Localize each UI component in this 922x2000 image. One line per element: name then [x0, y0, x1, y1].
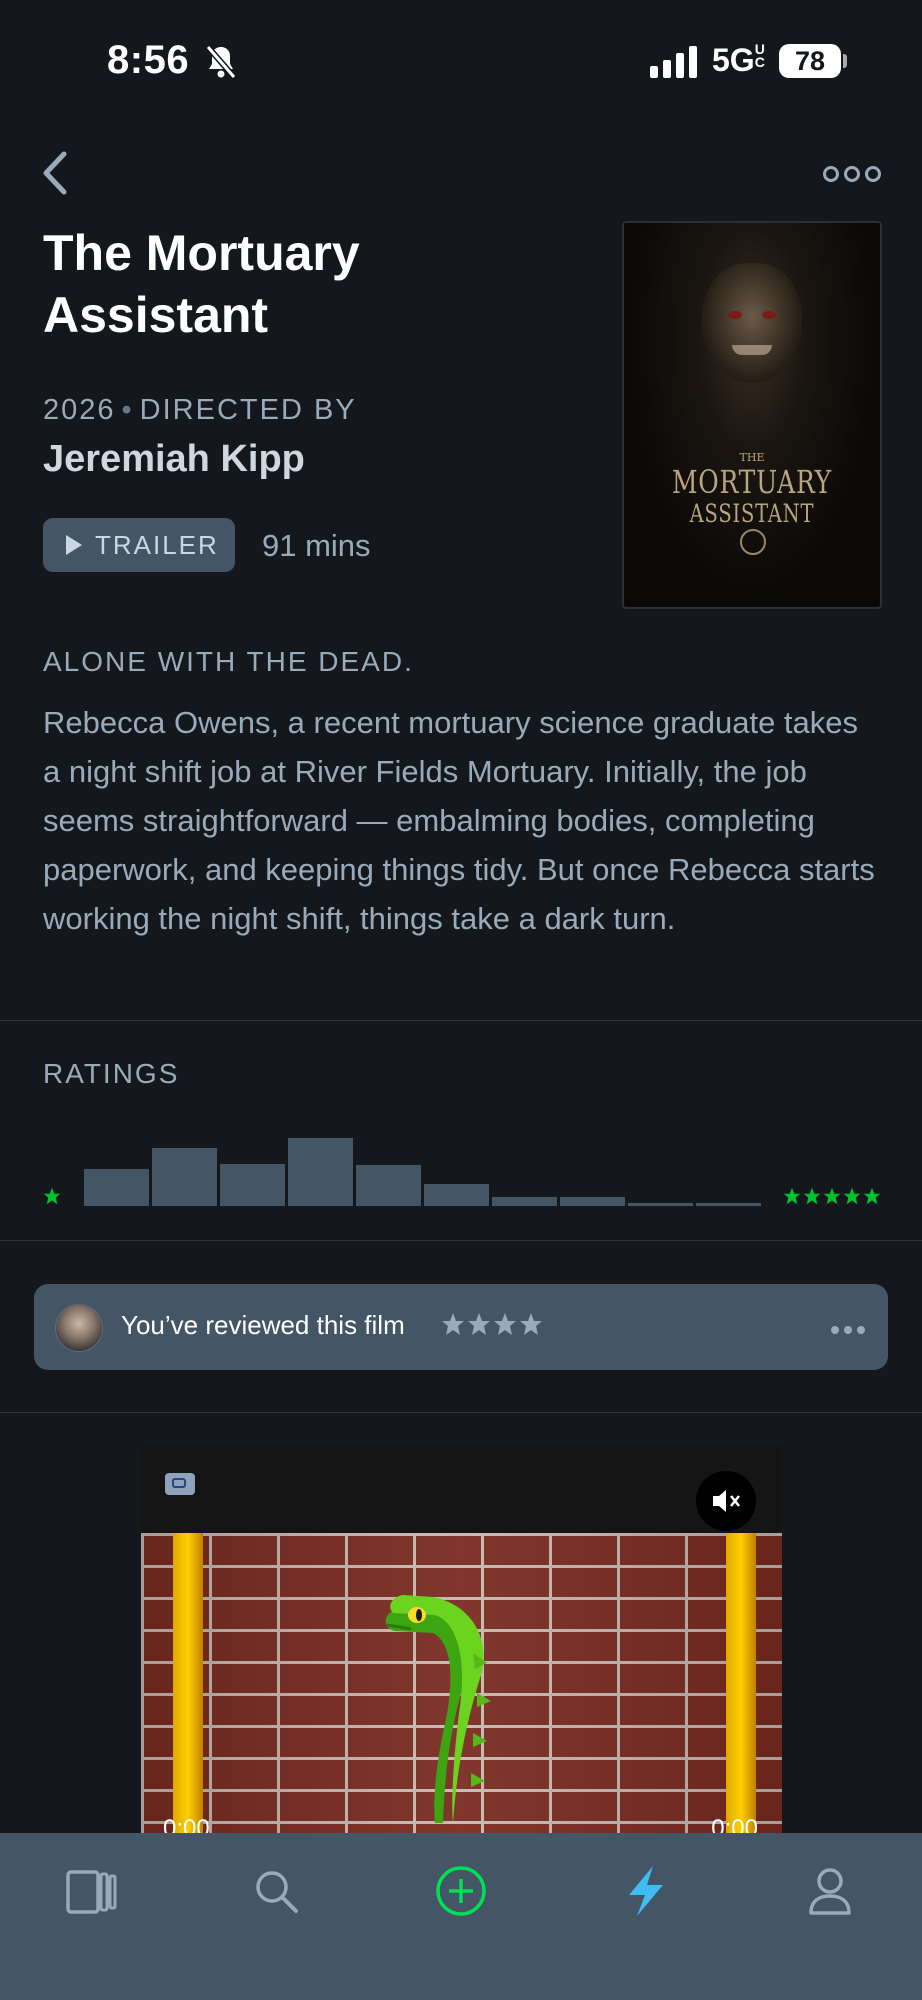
poster-mouth [732, 345, 772, 355]
network-indicator: 5GUC [712, 41, 765, 78]
battery-tip [843, 54, 847, 68]
divider [0, 1240, 922, 1241]
histogram-bar[interactable] [696, 1203, 761, 1206]
films-tab[interactable] [52, 1851, 132, 1931]
add-tab[interactable] [421, 1851, 501, 1931]
trailer-label: TRAILER [95, 529, 219, 560]
your-review-card[interactable]: You’ve reviewed this film [34, 1284, 888, 1370]
mute-button[interactable] [696, 1471, 756, 1531]
ad-remaining-time: 0:00 [711, 1815, 758, 1835]
ratings-histogram[interactable] [84, 1120, 762, 1206]
histogram-bar[interactable] [288, 1138, 353, 1206]
search-tab[interactable] [236, 1851, 316, 1931]
ellipsis-icon [823, 166, 881, 182]
star-icon [494, 1313, 516, 1335]
speaker-muted-icon [713, 1490, 740, 1512]
histogram-bar[interactable] [356, 1165, 421, 1206]
snake-character [373, 1563, 543, 1828]
directed-by-label: DIRECTED BY [139, 394, 357, 426]
ad-scene: 0:00 0:00 [141, 1533, 782, 1835]
poster-eye [762, 311, 776, 319]
star-icon [520, 1313, 542, 1335]
activity-icon [629, 1866, 663, 1916]
histogram-bar[interactable] [492, 1197, 557, 1206]
back-button[interactable] [36, 148, 76, 198]
histogram-bar[interactable] [152, 1148, 217, 1206]
runtime: 91 mins [262, 528, 371, 563]
separator-dot: • [121, 394, 134, 426]
chevron-left-icon [43, 151, 67, 195]
ad-info-icon[interactable] [165, 1473, 195, 1495]
bell-muted-icon [204, 44, 238, 85]
more-options-button[interactable] [822, 160, 882, 188]
trailer-button[interactable]: TRAILER [43, 518, 235, 572]
profile-tab[interactable] [790, 1851, 870, 1931]
status-bar: 8:56 5GUC 78 [0, 0, 922, 120]
star-icon [442, 1313, 464, 1335]
histogram-bar[interactable] [424, 1184, 489, 1206]
five-stars-icon [783, 1187, 881, 1205]
film-title: The Mortuary Assistant [43, 225, 360, 343]
one-star-icon [43, 1187, 61, 1210]
films-icon [66, 1870, 117, 1914]
divider [0, 1412, 922, 1413]
yellow-pillar [173, 1533, 203, 1835]
director-link[interactable]: Jeremiah Kipp [43, 438, 305, 481]
profile-icon [809, 1868, 851, 1915]
tab-bar [0, 1833, 922, 2000]
poster-title-line2: ASSISTANT [689, 499, 815, 528]
avatar [55, 1304, 103, 1352]
activity-tab[interactable] [606, 1851, 686, 1931]
poster-eye [728, 311, 742, 319]
yellow-pillar [726, 1533, 756, 1835]
film-poster[interactable]: THE MORTUARY ASSISTANT [622, 221, 882, 609]
video-ad[interactable]: 0:00 0:00 [141, 1445, 782, 1835]
add-icon [436, 1866, 486, 1916]
poster-emblem [740, 529, 766, 555]
histogram-bar[interactable] [84, 1169, 149, 1206]
ellipsis-icon[interactable] [830, 1322, 866, 1340]
histogram-bar[interactable] [560, 1197, 625, 1206]
ad-top-bar [141, 1445, 782, 1533]
review-rating-stars [441, 1312, 543, 1336]
poster-title-line1: MORTUARY [671, 463, 833, 501]
ad-elapsed-time: 0:00 [163, 1815, 210, 1835]
search-icon [256, 1871, 298, 1913]
status-time: 8:56 [107, 38, 190, 82]
divider [0, 1020, 922, 1021]
signal-icon [650, 46, 698, 83]
play-icon [66, 535, 82, 555]
histogram-bar[interactable] [220, 1164, 285, 1206]
poster-face [702, 263, 802, 383]
tagline: ALONE WITH THE DEAD. [43, 646, 414, 677]
film-year[interactable]: 2026 [43, 394, 116, 426]
film-meta: 2026 • DIRECTED BY [43, 394, 357, 427]
synopsis[interactable]: Rebecca Owens, a recent mortuary science… [43, 698, 883, 943]
star-icon [468, 1313, 490, 1335]
review-status-text: You’ve reviewed this film [121, 1310, 405, 1340]
ratings-label: RATINGS [43, 1058, 180, 1089]
histogram-bar[interactable] [628, 1203, 693, 1206]
battery-icon: 78 [779, 44, 841, 78]
